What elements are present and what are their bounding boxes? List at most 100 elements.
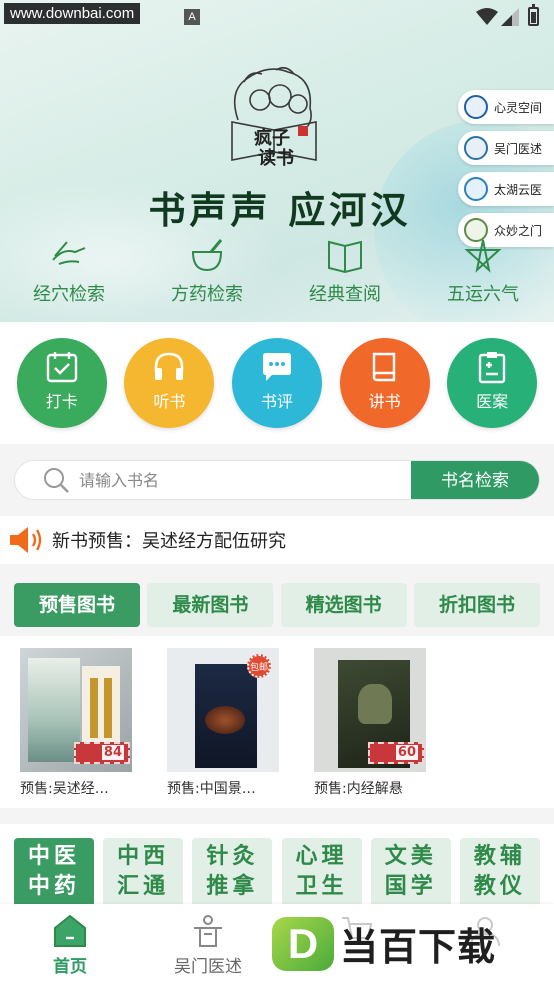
listen-button[interactable]: 听书 <box>124 338 215 428</box>
price-value: 60 <box>395 745 418 760</box>
category-line: 教辅 <box>473 844 526 869</box>
search-button[interactable]: 书名检索 <box>411 461 539 499</box>
tab-selected[interactable]: 精选图书 <box>280 583 407 627</box>
side-link-wumen[interactable]: 吴门医述 <box>458 131 554 165</box>
case-button[interactable]: 医案 <box>447 338 538 428</box>
site-watermark: www.downbai.com <box>4 3 141 24</box>
side-link-label: 众妙之门 <box>494 223 543 238</box>
category-integrative[interactable]: 中西 汇通 <box>103 838 184 908</box>
headphones-icon <box>155 352 184 380</box>
hero-slogan: 书声声 应河汉 <box>148 188 412 232</box>
category-teaching[interactable]: 教辅 教仪 <box>459 838 540 908</box>
battery-icon <box>528 4 539 26</box>
podium-icon <box>194 915 222 947</box>
nav-wumen[interactable]: 吴门医述 <box>158 914 258 977</box>
hero-banner: www.downbai.com A 疯子 读书 书声声 应河汉 心灵空间 吴门医… <box>0 0 554 322</box>
cloud-e-icon <box>464 177 488 201</box>
category-line: 文美 <box>384 844 437 869</box>
notification-a-icon: A <box>184 9 200 25</box>
review-button[interactable]: 书评 <box>231 338 322 428</box>
announcement-text: 吴述经方配伍研究 <box>142 531 286 552</box>
nav-herb-search[interactable]: 方药检索 <box>138 238 276 306</box>
book-item[interactable]: 84 预售:吴述经… <box>20 648 132 798</box>
book-item[interactable]: 60 预售:内经解悬 <box>314 648 426 798</box>
side-link-taihu[interactable]: 太湖云医 <box>458 172 554 206</box>
tab-presale[interactable]: 预售图书 <box>14 583 140 627</box>
category-culture[interactable]: 文美 国学 <box>370 838 451 908</box>
book-cover: 84 <box>20 648 132 772</box>
category-tcm[interactable]: 中医 中药 <box>14 838 94 908</box>
tab-newest[interactable]: 最新图书 <box>147 583 274 627</box>
nav-wuyun[interactable]: 五运六气 <box>414 238 552 306</box>
price-tag: 60 <box>368 742 424 764</box>
nav-classics[interactable]: 经典查阅 <box>276 238 414 306</box>
wifi-icon <box>476 8 498 25</box>
category-line: 中药 <box>27 874 80 899</box>
side-link-label: 太湖云医 <box>494 182 543 197</box>
brand-text: 当百下载 <box>340 925 497 969</box>
chat-bubble-icon <box>262 353 291 381</box>
book-title: 预售:吴述经… <box>20 781 109 797</box>
clipboard-plus-icon <box>478 352 506 384</box>
price-tag: 84 <box>74 742 130 764</box>
category-tabs: 中医 中药 中西 汇通 针灸 推拿 心理 卫生 文美 国学 教辅 教仪 <box>0 824 554 908</box>
quick-actions: 打卡 听书 书评 讲书 医案 <box>0 322 554 444</box>
nav-label: 经穴检索 <box>33 284 105 305</box>
nav-label: 经典查阅 <box>309 284 381 305</box>
book-cover: 包邮 <box>167 648 279 772</box>
category-line: 国学 <box>384 874 437 899</box>
open-book-icon <box>328 240 362 274</box>
category-psychology[interactable]: 心理 卫生 <box>281 838 362 908</box>
nav-acupoint-search[interactable]: 经穴检索 <box>0 238 138 306</box>
hand-acupoint-icon <box>52 241 86 265</box>
calendar-check-icon <box>46 352 77 383</box>
tab-discount[interactable]: 折扣图书 <box>413 583 540 627</box>
category-line: 针灸 <box>206 844 259 869</box>
book-search-bar: 书名检索 <box>14 460 540 500</box>
nav-home[interactable]: 首页 <box>20 914 120 977</box>
logo-text-2: 读书 <box>258 147 294 169</box>
book-tabs: 预售图书 最新图书 精选图书 折扣图书 <box>14 583 540 627</box>
lecture-button[interactable]: 讲书 <box>339 338 430 428</box>
category-line: 中西 <box>117 844 170 869</box>
nav-label: 方药检索 <box>171 284 243 305</box>
nav-label: 首页 <box>53 957 87 977</box>
side-link-xinling[interactable]: 心灵空间 <box>458 90 554 124</box>
app-logo: 疯子 读书 <box>231 66 317 169</box>
status-bar: www.downbai.com A <box>0 0 554 30</box>
announcement-bar[interactable]: 新书预售： 吴述经方配伍研究 <box>0 516 554 564</box>
nav-label: 五运六气 <box>447 284 519 305</box>
search-input[interactable] <box>79 461 411 499</box>
book-list: 84 预售:吴述经… 包邮 预售:中国景… 60 预售:内经解悬 <box>0 636 554 808</box>
logo-text-1: 疯子 <box>254 127 290 149</box>
action-label: 听书 <box>153 392 186 411</box>
price-value: 84 <box>101 745 124 760</box>
brand-watermark: D 当百下载 <box>272 916 496 971</box>
action-label: 医案 <box>476 392 509 411</box>
logo-seal <box>298 126 308 136</box>
mortar-icon <box>191 239 223 272</box>
category-acupuncture[interactable]: 针灸 推拿 <box>192 838 273 908</box>
search-icon <box>44 468 69 493</box>
home-icon <box>54 914 86 947</box>
pentagram-icon <box>464 239 502 273</box>
speaker-icon <box>10 527 42 553</box>
category-line: 心理 <box>295 844 348 869</box>
book-title: 预售:内经解悬 <box>314 781 403 797</box>
free-shipping-badge: 包邮 <box>247 654 271 678</box>
book-item[interactable]: 包邮 预售:中国景… <box>167 648 279 798</box>
book-cover: 60 <box>314 648 426 772</box>
brand-logo: D <box>272 916 334 971</box>
category-line: 汇通 <box>117 874 170 899</box>
heart-logo-icon <box>464 95 488 119</box>
cell-signal-icon <box>501 8 519 26</box>
category-line: 推拿 <box>206 874 259 899</box>
side-link-label: 心灵空间 <box>494 100 543 115</box>
circle-seal-icon <box>464 136 488 160</box>
side-links: 心灵空间 吴门医述 太湖云医 众妙之门 <box>458 90 554 254</box>
category-line: 卫生 <box>295 874 348 899</box>
nav-label: 吴门医述 <box>174 957 242 977</box>
book-title: 预售:中国景… <box>167 781 256 797</box>
checkin-button[interactable]: 打卡 <box>16 338 107 428</box>
action-label: 讲书 <box>368 392 401 411</box>
